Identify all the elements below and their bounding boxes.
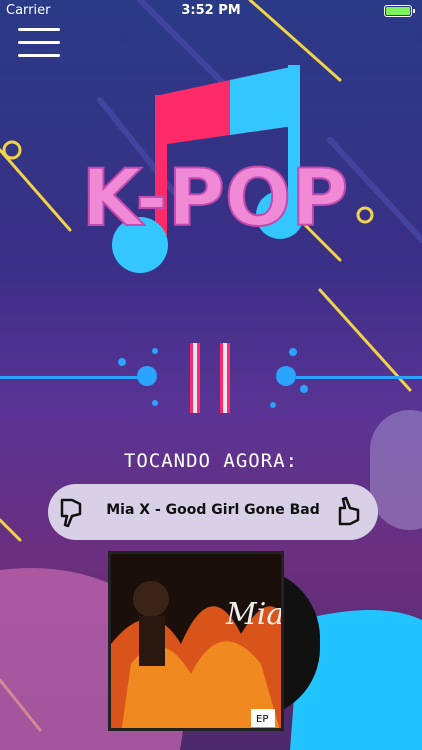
status-bar: Carrier 3:52 PM: [0, 0, 422, 22]
dot: [270, 402, 276, 408]
battery-icon: [384, 5, 415, 17]
hamburger-menu-button[interactable]: [18, 28, 60, 60]
track-title: Mia X - Good Girl Gone Bad: [106, 502, 320, 518]
dot: [118, 358, 126, 366]
album-cover: Mia X EP: [108, 551, 284, 731]
dot: [300, 385, 308, 393]
track-bar: Mia X - Good Girl Gone Bad: [48, 484, 378, 540]
logo-text: K-POP: [82, 154, 349, 244]
thumbs-up-icon[interactable]: [334, 496, 366, 528]
divider-right: [296, 376, 422, 379]
album-art: Mia X EP: [111, 554, 284, 728]
kpop-logo: K-POP: [81, 65, 349, 273]
dot: [152, 400, 158, 406]
clock: 3:52 PM: [181, 3, 241, 18]
dot: [137, 366, 157, 386]
dot: [289, 348, 297, 356]
dot: [152, 348, 158, 354]
divider-left: [0, 376, 140, 379]
now-playing-label: TOCANDO AGORA:: [123, 450, 299, 472]
album-ep-badge: EP: [256, 714, 268, 725]
dot: [276, 366, 296, 386]
album-artist-text: Mia X: [225, 597, 284, 632]
pause-button[interactable]: [188, 343, 236, 413]
